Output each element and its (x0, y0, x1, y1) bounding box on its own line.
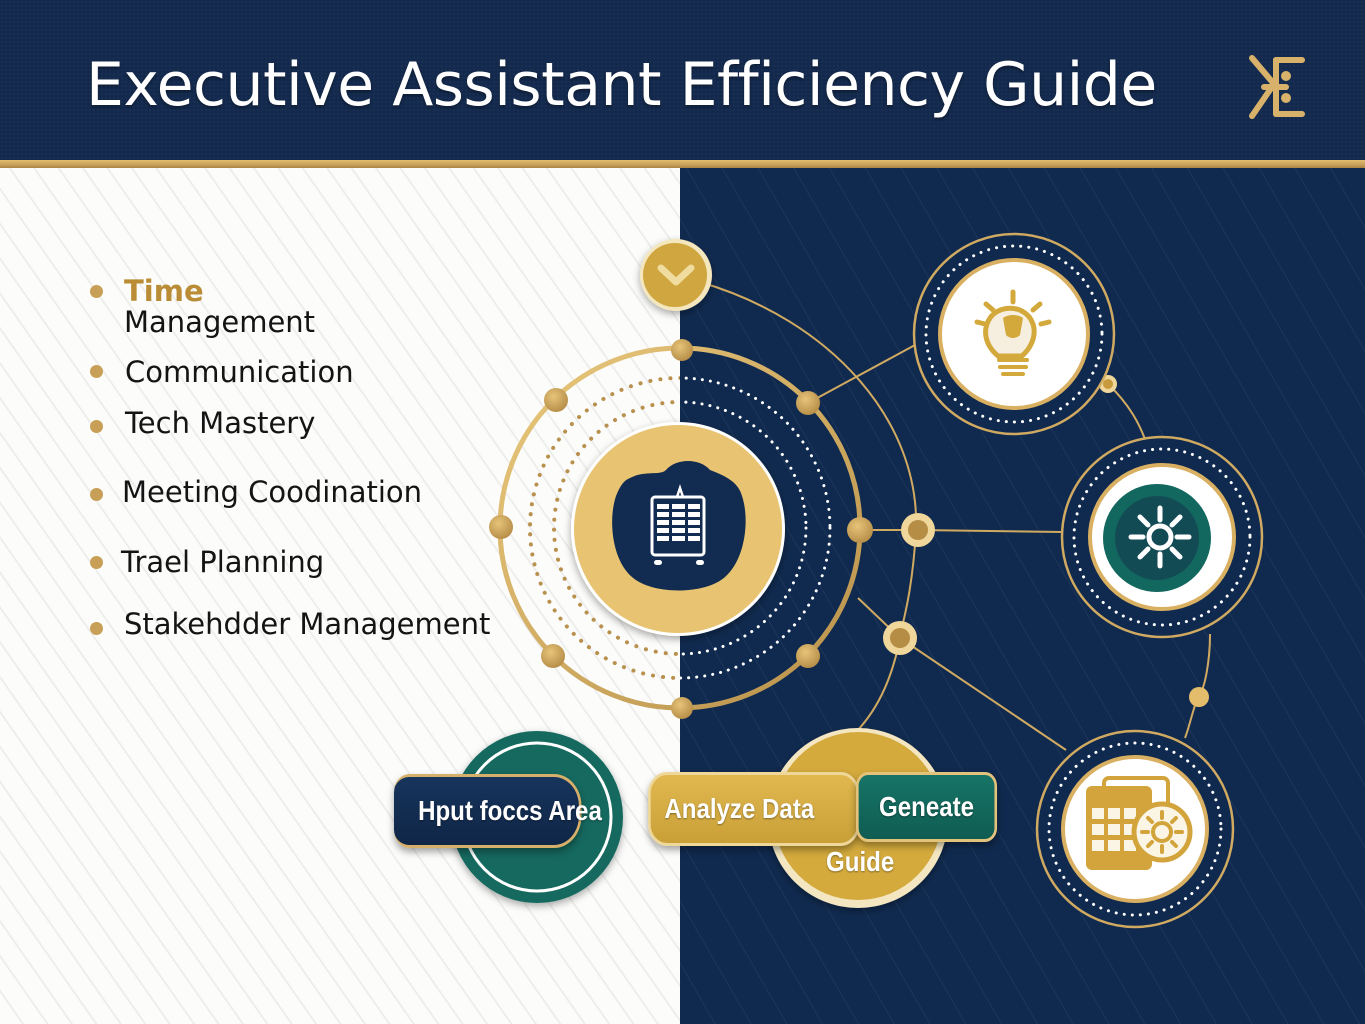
hub-cloud-shape (612, 461, 746, 591)
ring-node (671, 339, 693, 361)
ring-node (489, 515, 513, 539)
ring-node (847, 517, 873, 543)
connector-to-settings (917, 529, 1063, 533)
input-focus-area-button[interactable]: Hput foccs Area (394, 774, 602, 848)
connector-to-tools (899, 637, 1067, 751)
connector-to-idea (807, 344, 916, 404)
analyze-data-button[interactable]: Analyze Data (648, 772, 860, 846)
ring-node (796, 391, 820, 415)
ring-node (671, 697, 693, 719)
connector-idea-settings (1107, 383, 1147, 443)
generate-guide-button[interactable]: Geneate (856, 772, 998, 842)
ring-node (541, 644, 565, 668)
efficiency-network-diagram (451, 232, 1264, 929)
ring-node (544, 388, 568, 412)
guide-label: Guide (826, 846, 895, 877)
expand-button[interactable] (640, 239, 712, 311)
ring-node (796, 644, 820, 668)
junction-node (1189, 687, 1209, 707)
connector-settings-tools (1184, 633, 1211, 739)
settings-node[interactable] (1060, 435, 1264, 639)
